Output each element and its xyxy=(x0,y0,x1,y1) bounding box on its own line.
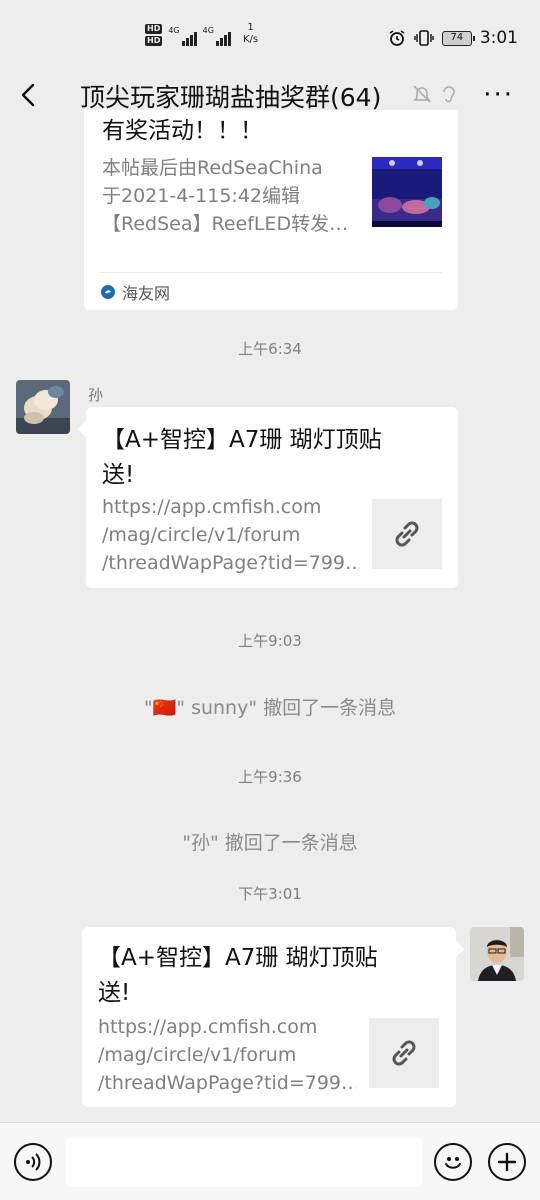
back-icon[interactable] xyxy=(18,82,40,108)
link-url-line-2: /mag/circle/v1/forum xyxy=(102,524,301,546)
avatar[interactable] xyxy=(16,380,70,434)
smile-icon xyxy=(445,1157,461,1169)
link-thumbnail xyxy=(372,499,442,569)
link-title-line-2: 送! xyxy=(102,462,135,488)
card-desc-2: 于2021-4-115:42编辑 xyxy=(102,185,300,207)
card-source: 海友网 xyxy=(100,272,442,310)
link-url-line-2: /mag/circle/v1/forum xyxy=(98,1044,297,1066)
timestamp: 下午3:01 xyxy=(238,885,302,903)
avatar[interactable] xyxy=(470,927,524,981)
chat-title: 顶尖玩家珊瑚盐抽奖群(64) xyxy=(80,83,382,112)
source-logo-icon xyxy=(101,284,115,299)
signal-2-label: 4G xyxy=(202,26,214,35)
link-thumbnail xyxy=(369,1018,439,1088)
timestamp: 上午9:03 xyxy=(238,632,302,650)
link-icon xyxy=(392,1040,416,1066)
link-url-line-3: /threadWapPage?tid=799… xyxy=(102,552,360,574)
voice-icon xyxy=(26,1153,41,1171)
signal-1-icon: 4G xyxy=(168,26,197,46)
shared-article-card[interactable]: 有奖活动！！！ 本帖最后由RedSeaChina 于2021-4-115:42编… xyxy=(84,110,458,310)
voice-input-button[interactable] xyxy=(14,1143,52,1181)
recall-notice: "孙" 撤回了一条消息 xyxy=(182,832,358,854)
network-speed-value: 1 xyxy=(247,22,254,33)
card-title: 有奖活动！！！ xyxy=(102,118,263,144)
timestamp: 上午9:36 xyxy=(238,768,302,786)
recall-notice: "🇨🇳" sunny" 撤回了一条消息 xyxy=(0,693,540,720)
message-input[interactable] xyxy=(66,1137,422,1187)
emoji-button[interactable] xyxy=(434,1143,472,1181)
status-right: 74 3:01 xyxy=(388,28,518,48)
chat-area[interactable]: 有奖活动！！！ 本帖最后由RedSeaChina 于2021-4-115:42编… xyxy=(0,110,540,1122)
link-url-line-1: https://app.cmfish.com xyxy=(102,496,322,518)
link-title-line-1: 【A+智控】A7珊 瑚灯顶贴 xyxy=(102,427,382,453)
vibrate-icon xyxy=(414,30,434,46)
link-message-card[interactable]: 【A+智控】A7珊 瑚灯顶贴 送! https://app.cmfish.com… xyxy=(86,407,458,588)
card-desc-3: 【RedSea】ReefLED转发… xyxy=(102,213,349,235)
link-icon xyxy=(395,521,419,547)
ear-icon xyxy=(443,86,455,103)
card-desc-1: 本帖最后由RedSeaChina xyxy=(102,157,323,179)
link-url-line-3: /threadWapPage?tid=799… xyxy=(98,1072,356,1094)
more-actions-button[interactable] xyxy=(488,1143,526,1181)
status-time: 3:01 xyxy=(479,28,518,48)
hd-badge-2: HD xyxy=(145,36,163,46)
hd-indicators: HD HD xyxy=(145,24,163,46)
hd-badge-1: HD xyxy=(145,24,163,34)
signal-2-icon: 4G xyxy=(203,26,231,46)
more-icon[interactable]: ··· xyxy=(483,80,514,110)
china-flag-icon: 🇨🇳 xyxy=(152,697,177,719)
timestamp: 上午6:34 xyxy=(238,340,302,358)
input-bar xyxy=(0,1122,540,1200)
network-speed-unit: K/s xyxy=(242,34,259,45)
link-title-line-2: 送! xyxy=(98,980,131,1006)
sender-name: 孙 xyxy=(88,386,104,404)
status-left: HD HD 4G 4G 1 K/s xyxy=(145,22,258,46)
signal-1-label: 4G xyxy=(168,26,180,35)
link-url-line-1: https://app.cmfish.com xyxy=(98,1016,318,1038)
bell-off-icon xyxy=(413,85,431,103)
recall-quote-open: " xyxy=(143,697,153,719)
alarm-icon xyxy=(389,30,405,46)
link-title-line-1: 【A+智控】A7珊 瑚灯顶贴 xyxy=(98,945,378,971)
recall-text: " sunny" 撤回了一条消息 xyxy=(176,697,397,719)
plus-icon xyxy=(497,1152,517,1172)
battery-indicator: 74 xyxy=(441,30,475,46)
header-status-icons xyxy=(412,84,458,104)
card-source-name: 海友网 xyxy=(122,283,171,303)
aquarium-thumbnail xyxy=(372,157,442,227)
link-message-card[interactable]: 【A+智控】A7珊 瑚灯顶贴 送! https://app.cmfish.com… xyxy=(82,927,456,1107)
network-speed: 1 K/s xyxy=(243,22,258,46)
status-bar: HD HD 4G 4G 1 K/s 74 3:01 xyxy=(0,0,540,62)
